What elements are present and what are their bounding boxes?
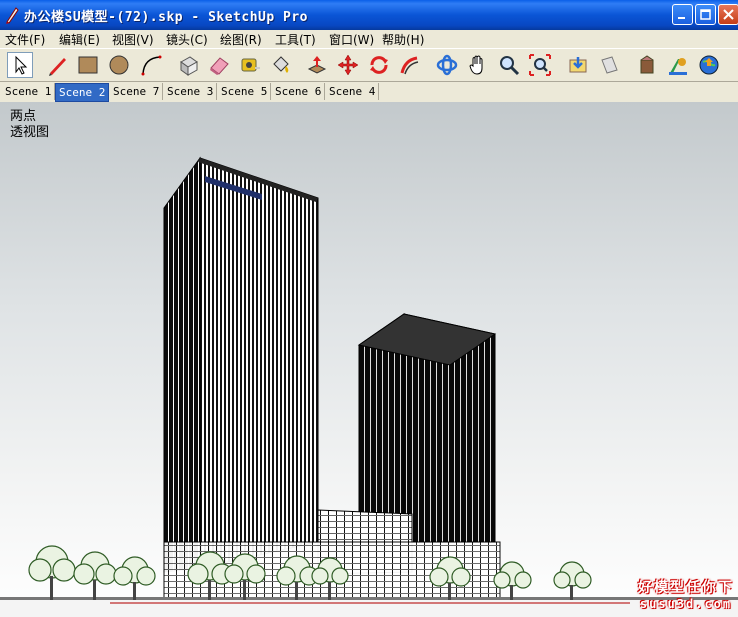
menu-file[interactable]: 文件(F) bbox=[5, 31, 45, 48]
watermark: 好模型任你下 susu3d.com bbox=[638, 577, 734, 611]
eraser-tool-button[interactable] bbox=[206, 52, 232, 78]
rectangle-icon bbox=[78, 56, 98, 74]
move-icon bbox=[337, 54, 359, 76]
zoom-extents-icon bbox=[529, 54, 551, 76]
pan-icon bbox=[469, 55, 483, 75]
tab-scene-6[interactable]: Scene 6 bbox=[272, 83, 326, 100]
watermark-slogan: 好模型任你下 bbox=[638, 580, 734, 596]
get-models-icon bbox=[569, 57, 587, 73]
menu-help[interactable]: 帮助(H) bbox=[382, 31, 424, 48]
model-viewport[interactable]: 两点 透视图 好模型任你下 susu3d.com bbox=[0, 102, 738, 617]
follow-me-icon bbox=[400, 56, 419, 75]
pencil-line-icon bbox=[49, 58, 66, 76]
menu-camera[interactable]: 镜头(C) bbox=[166, 31, 208, 48]
select-tool-button[interactable] bbox=[7, 52, 33, 78]
rotate-tool-button[interactable] bbox=[366, 52, 392, 78]
push-pull-button[interactable] bbox=[304, 52, 330, 78]
window-title: 办公楼SU模型-(72).skp - SketchUp Pro bbox=[24, 10, 308, 25]
orbit-tool-button[interactable] bbox=[434, 52, 460, 78]
ground-line bbox=[0, 597, 738, 600]
move-tool-button[interactable] bbox=[335, 52, 361, 78]
component-icon bbox=[640, 55, 654, 74]
menu-draw[interactable]: 绘图(R) bbox=[220, 31, 262, 48]
google-earth-icon bbox=[699, 55, 719, 75]
tab-scene-7[interactable]: Scene 7 bbox=[110, 83, 164, 100]
tower-main bbox=[163, 156, 319, 573]
watermark-url: susu3d.com bbox=[639, 597, 733, 611]
circle-icon bbox=[109, 55, 129, 75]
close-icon bbox=[723, 9, 734, 20]
pan-tool-button[interactable] bbox=[465, 52, 491, 78]
sketchup-app-icon bbox=[6, 7, 19, 24]
component-button[interactable] bbox=[634, 52, 660, 78]
google-earth-button[interactable] bbox=[696, 52, 722, 78]
menu-tools[interactable]: 工具(T) bbox=[275, 31, 316, 48]
tab-scene-2[interactable]: Scene 2 bbox=[55, 83, 110, 102]
main-toolbar bbox=[0, 48, 738, 82]
rotate-icon bbox=[370, 56, 388, 74]
circle-tool-button[interactable] bbox=[106, 52, 132, 78]
menu-view[interactable]: 视图(V) bbox=[112, 31, 154, 48]
tape-measure-button[interactable] bbox=[237, 52, 263, 78]
tab-scene-1[interactable]: Scene 1 bbox=[2, 83, 56, 100]
rectangle-tool-button[interactable] bbox=[75, 52, 101, 78]
zoom-tool-button[interactable] bbox=[496, 52, 522, 78]
share-model-icon bbox=[601, 56, 618, 74]
select-tool-icon bbox=[15, 55, 28, 75]
menu-edit[interactable]: 编辑(E) bbox=[59, 31, 100, 48]
get-photo-texture-button[interactable] bbox=[665, 52, 691, 78]
orbit-icon bbox=[436, 54, 458, 76]
scene-tabs: Scene 1 Scene 2 Scene 7 Scene 3 Scene 5 … bbox=[0, 82, 738, 102]
share-model-button[interactable] bbox=[596, 52, 622, 78]
paint-bucket-button[interactable] bbox=[268, 52, 294, 78]
make-component-button[interactable] bbox=[175, 52, 201, 78]
title-bar: 办公楼SU模型-(72).skp - SketchUp Pro bbox=[0, 0, 738, 30]
tab-scene-3[interactable]: Scene 3 bbox=[164, 83, 218, 100]
zoom-extents-button[interactable] bbox=[527, 52, 553, 78]
menu-window[interactable]: 窗口(W) bbox=[329, 31, 374, 48]
push-pull-icon bbox=[307, 56, 327, 74]
get-photo-texture-icon bbox=[669, 58, 687, 75]
paint-bucket-icon bbox=[273, 56, 289, 73]
minimize-icon bbox=[678, 17, 685, 19]
get-models-button[interactable] bbox=[565, 52, 591, 78]
tower-secondary bbox=[357, 313, 497, 543]
tab-scene-4[interactable]: Scene 4 bbox=[326, 83, 380, 100]
tab-scene-5[interactable]: Scene 5 bbox=[218, 83, 272, 100]
pencil-tool-button[interactable] bbox=[45, 52, 71, 78]
make-component-icon bbox=[180, 56, 198, 76]
arc-tool-button[interactable] bbox=[138, 52, 164, 78]
zoom-icon bbox=[500, 56, 520, 76]
tape-measure-icon bbox=[241, 58, 260, 72]
follow-me-button[interactable] bbox=[397, 52, 423, 78]
minimize-button[interactable] bbox=[672, 4, 693, 25]
maximize-icon bbox=[700, 9, 711, 20]
arc-icon bbox=[141, 55, 162, 76]
building-model bbox=[0, 156, 738, 617]
menu-bar: 文件(F) 编辑(E) 视图(V) 镜头(C) 绘图(R) 工具(T) 窗口(W… bbox=[0, 30, 738, 48]
close-button[interactable] bbox=[718, 4, 738, 25]
eraser-icon bbox=[210, 57, 229, 75]
maximize-button[interactable] bbox=[695, 4, 716, 25]
